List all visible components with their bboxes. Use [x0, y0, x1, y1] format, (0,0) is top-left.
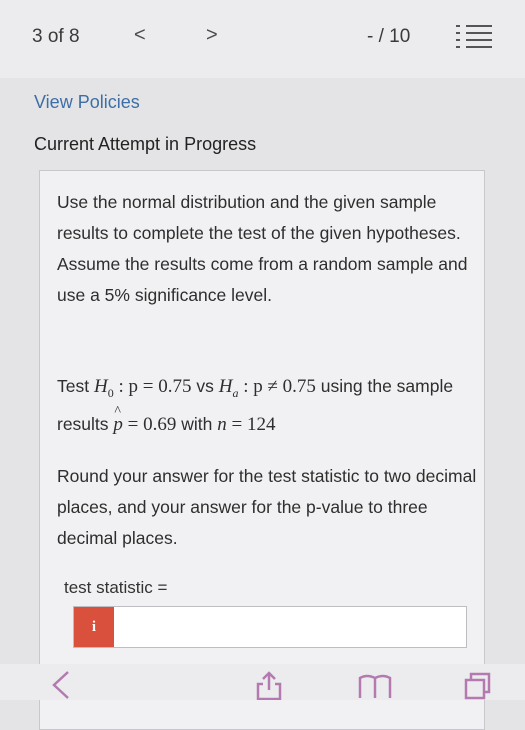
sample-size: n = 124 — [217, 413, 276, 435]
tabs-icon[interactable] — [462, 670, 492, 700]
alt-hypothesis: Ha : p ≠ 0.75 — [218, 376, 316, 400]
test-prefix: Test — [57, 376, 90, 396]
bookmarks-icon[interactable] — [358, 670, 392, 700]
test-statistic-row: i — [73, 606, 467, 648]
test-statistic-label: test statistic = — [64, 578, 168, 597]
phat-value: = 0.69 — [127, 413, 177, 435]
null-hypothesis: H0 : p = 0.75 — [93, 376, 192, 400]
test-statistic-input[interactable] — [114, 607, 466, 647]
share-icon[interactable] — [254, 670, 284, 700]
null-hypothesis-text: p = 0.75 — [128, 376, 192, 397]
back-icon[interactable] — [48, 670, 74, 700]
page-indicator: 3 of 8 — [32, 26, 80, 47]
view-policies-link[interactable]: View Policies — [34, 92, 140, 113]
question-instructions: Use the normal distribution and the give… — [57, 192, 468, 305]
alt-hypothesis-text: p ≠ 0.75 — [253, 376, 316, 397]
sample-proportion: p = 0.69 — [113, 396, 177, 435]
vs-text: vs — [196, 376, 214, 396]
n-value: = 124 — [231, 413, 276, 435]
with-text: with — [181, 413, 213, 434]
score-indicator: - / 10 — [367, 26, 411, 47]
rounding-instructions: Round your answer for the test statistic… — [57, 466, 477, 548]
question-list-icon[interactable] — [454, 22, 494, 52]
next-question-button[interactable]: > — [206, 24, 218, 47]
previous-question-button[interactable]: < — [134, 24, 146, 47]
attempt-heading: Current Attempt in Progress — [34, 134, 257, 154]
hypothesis-statement: Test H0 : p = 0.75 vs Ha : p ≠ 0.75 usin… — [57, 371, 477, 440]
info-button[interactable]: i — [74, 607, 114, 647]
